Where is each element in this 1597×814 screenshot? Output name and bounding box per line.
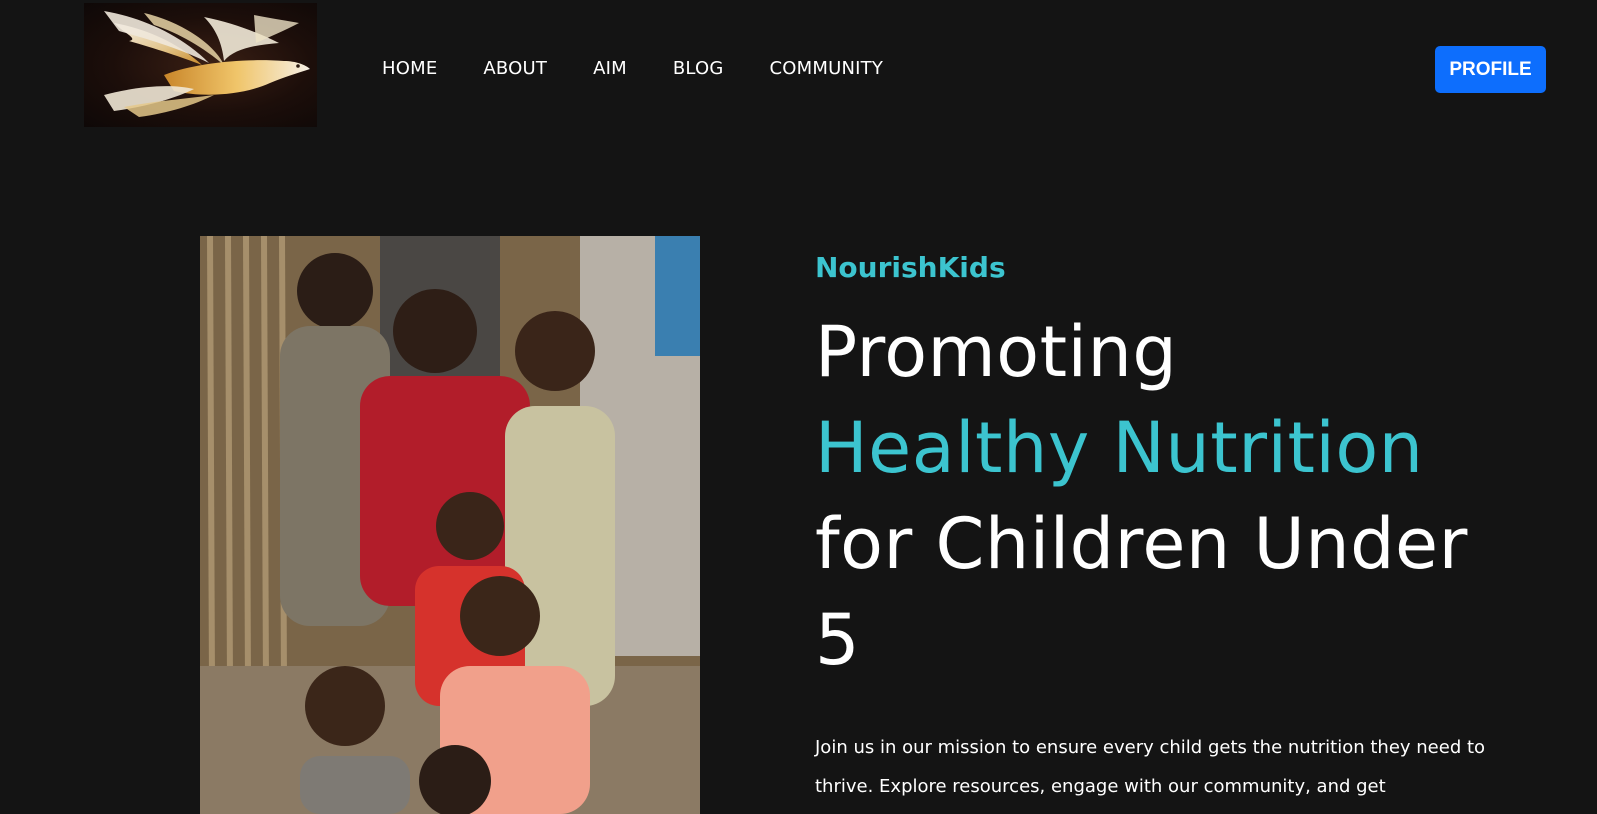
headline-line-4: 5 xyxy=(815,599,861,681)
dove-logo[interactable] xyxy=(84,3,317,127)
nav-blog-link[interactable]: BLOG xyxy=(673,57,724,81)
page-scrollbar[interactable] xyxy=(1568,0,1597,814)
nav-home-link[interactable]: HOME xyxy=(382,57,437,81)
main-nav: HOME ABOUT AIM BLOG COMMUNITY xyxy=(382,57,929,81)
hero-intro-paragraph: Join us in our mission to ensure every c… xyxy=(815,737,1486,797)
nav-aim-link[interactable]: AIM xyxy=(593,57,627,81)
headline-line-3: for Children Under xyxy=(815,503,1468,585)
nav-community-link[interactable]: COMMUNITY xyxy=(770,57,884,81)
headline-line-1: Promoting xyxy=(815,311,1178,393)
children-photo-illustration xyxy=(200,236,700,814)
hero-children-photo xyxy=(200,236,700,814)
site-header: HOME ABOUT AIM BLOG COMMUNITY PROFILE xyxy=(0,0,1568,130)
profile-button[interactable]: PROFILE xyxy=(1435,46,1546,93)
hero-text: NourishKids Promoting Healthy Nutrition … xyxy=(815,246,1565,688)
headline-accent: Healthy Nutrition xyxy=(815,407,1424,489)
brand-name: NourishKids xyxy=(815,251,1006,284)
dove-icon xyxy=(104,11,310,117)
page: HOME ABOUT AIM BLOG COMMUNITY PROFILE No… xyxy=(0,0,1597,814)
nav-about-link[interactable]: ABOUT xyxy=(483,57,547,81)
hero-headline: Promoting Healthy Nutrition for Children… xyxy=(815,304,1565,688)
